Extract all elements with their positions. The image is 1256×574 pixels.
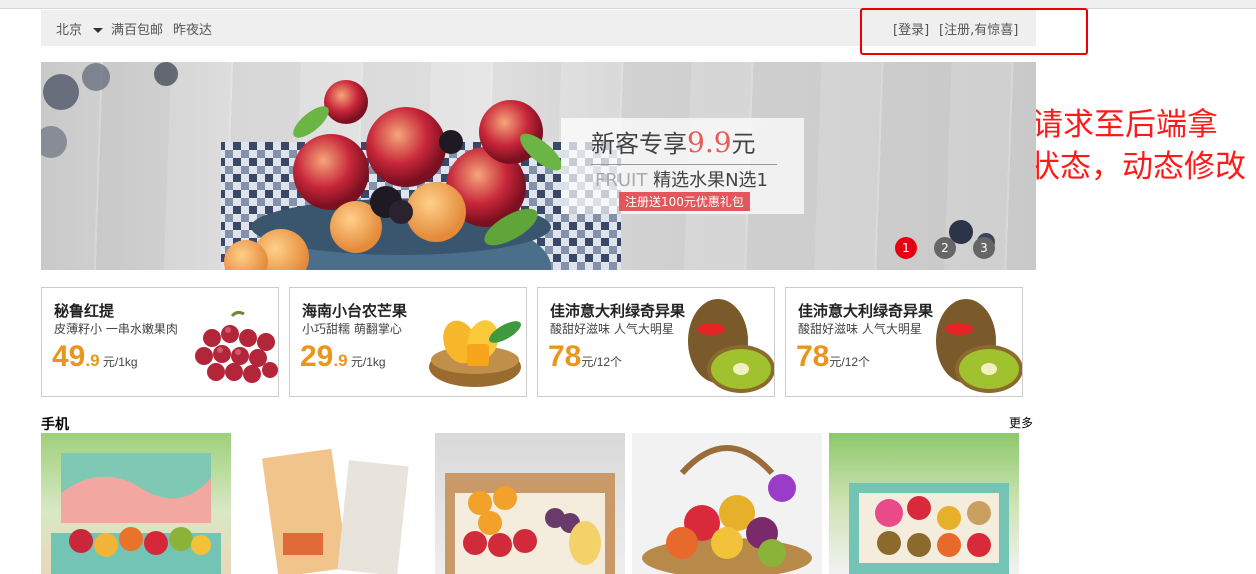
product-price: 78元/12个: [796, 340, 870, 374]
fruit-basket-image: [642, 445, 812, 574]
kiwi-image: [936, 299, 1022, 393]
product-thumbnail[interactable]: [829, 433, 1019, 574]
product-subtitle: 皮薄籽小 一串水嫩果肉: [54, 322, 178, 336]
price-decimal: .9: [85, 351, 100, 370]
promo-tag[interactable]: 注册送100元优惠礼包: [619, 192, 750, 211]
price-unit: 元/12个: [829, 355, 871, 369]
product-card[interactable]: 佳沛意大利绿奇异果 酸甜好滋味 人气大明星 78元/12个: [537, 287, 775, 397]
free-shipping-link[interactable]: 满百包邮: [111, 19, 163, 38]
product-subtitle: 酸甜好滋味 人气大明星: [798, 322, 922, 336]
product-title: 秘鲁红提: [54, 302, 115, 320]
promo-subline-en: FRUIT: [595, 170, 648, 191]
product-title: 佳沛意大利绿奇异果: [550, 302, 686, 320]
promo-divider: [591, 164, 777, 165]
price-unit: 元/1kg: [347, 355, 386, 369]
hero-banner[interactable]: 新客专享9.9元 FRUIT 精选水果N选1 注册送100元优惠礼包 1 2 3: [41, 62, 1036, 270]
product-price: 49.9 元/1kg: [52, 340, 138, 374]
product-title: 海南小台农芒果: [302, 302, 408, 320]
product-thumbnail[interactable]: [435, 433, 625, 574]
section-title: 手机: [41, 417, 69, 433]
price-integer: 49: [52, 340, 86, 373]
product-price: 29.9 元/1kg: [300, 340, 386, 374]
gift-box-image: [849, 483, 1009, 574]
price-unit: 元/12个: [581, 355, 623, 369]
product-thumbnail[interactable]: [41, 433, 231, 574]
annotation-highlight-box: [860, 8, 1088, 55]
promo-subline: FRUIT 精选水果N选1: [595, 166, 768, 192]
product-title: 佳沛意大利绿奇异果: [798, 302, 934, 320]
fruit-bowl-illustration: [41, 62, 995, 270]
promo-headline: 新客专享9.9元: [591, 124, 756, 159]
price-unit: 元/1kg: [99, 355, 138, 369]
price-integer: 78: [796, 340, 830, 373]
promo-price: 9.9: [687, 126, 732, 159]
price-integer: 78: [548, 340, 582, 373]
price-decimal: .9: [333, 351, 348, 370]
price-integer: 29: [300, 340, 334, 373]
fruit-box-image: [445, 473, 615, 574]
product-card[interactable]: 秘鲁红提 皮薄籽小 一串水嫩果肉 49.9 元/1kg: [41, 287, 279, 397]
promo-headline-suffix: 元: [731, 130, 756, 158]
gift-box-image: [51, 453, 221, 574]
carousel-dot-3[interactable]: 3: [973, 237, 995, 259]
product-thumbnail[interactable]: [238, 433, 428, 574]
grape-image: [195, 310, 278, 383]
promo-headline-prefix: 新客专享: [591, 130, 687, 158]
promo-subline-cn: 精选水果N选1: [647, 170, 768, 191]
kiwi-image: [688, 299, 774, 393]
express-link[interactable]: 昨夜达: [173, 19, 212, 38]
product-card[interactable]: 海南小台农芒果 小巧甜糯 萌翻掌心 29.9 元/1kg: [289, 287, 527, 397]
product-subtitle: 小巧甜糯 萌翻掌心: [302, 322, 402, 336]
mango-image: [429, 320, 521, 387]
carousel-dot-2[interactable]: 2: [934, 237, 956, 259]
carousel-dot-1[interactable]: 1: [895, 237, 917, 259]
more-link[interactable]: 更多: [1009, 414, 1033, 431]
city-selector[interactable]: 北京: [56, 19, 82, 38]
product-thumbnail[interactable]: [632, 433, 822, 574]
product-card[interactable]: 佳沛意大利绿奇异果 酸甜好滋味 人气大明星 78元/12个: [785, 287, 1023, 397]
brochure-image: [261, 448, 409, 574]
caret-down-icon[interactable]: [93, 28, 103, 33]
promo-panel[interactable]: 新客专享9.9元 FRUIT 精选水果N选1 注册送100元优惠礼包: [561, 118, 804, 214]
product-price: 78元/12个: [548, 340, 622, 374]
product-subtitle: 酸甜好滋味 人气大明星: [550, 322, 674, 336]
